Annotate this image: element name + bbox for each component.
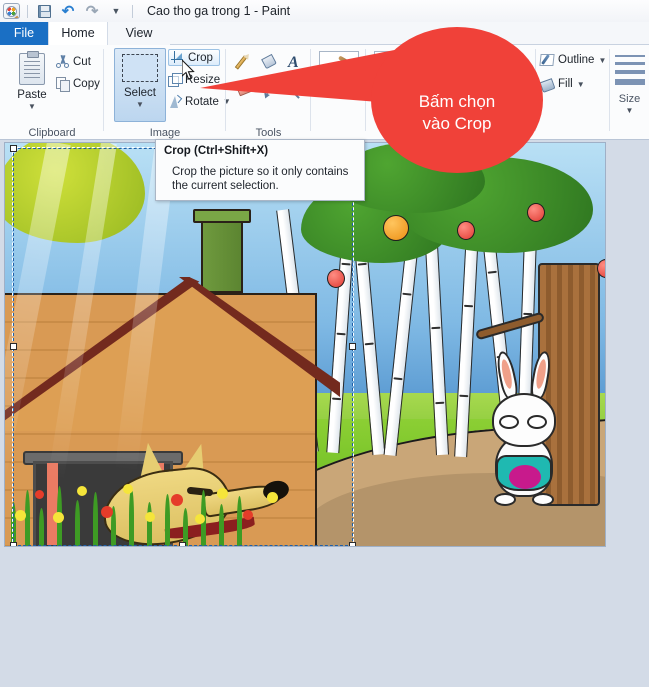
selection-rectangle-icon xyxy=(122,54,158,82)
apple xyxy=(457,221,475,240)
rabbit-eye xyxy=(499,415,519,429)
tooltip-title: Crop (Ctrl+Shift+X) xyxy=(164,145,269,157)
apple xyxy=(527,203,545,222)
qat-divider xyxy=(27,4,28,18)
size-stack-icon[interactable] xyxy=(615,55,645,90)
rabbit-eye xyxy=(527,415,547,429)
chimney-cap xyxy=(193,209,251,223)
chevron-down-icon[interactable]: ▼ xyxy=(598,56,606,65)
crop-tooltip: Crop (Ctrl+Shift+X) Crop the picture so … xyxy=(155,139,365,201)
ribbon-group-outline-fill: Outline ▼ Fill ▼ xyxy=(536,45,610,140)
title-bar: ↶ ↷ ▼ Cao tho ga trong 1 - Paint xyxy=(0,0,649,22)
select-button[interactable]: Select ▼ xyxy=(114,48,166,122)
outline-button[interactable]: Outline ▼ xyxy=(540,53,606,67)
size-label: Size xyxy=(618,93,641,105)
chevron-down-icon[interactable]: ▼ xyxy=(28,102,36,111)
apple xyxy=(327,269,345,288)
rotate-icon xyxy=(168,95,181,108)
cut-label: Cut xyxy=(73,55,91,68)
image-canvas[interactable] xyxy=(5,143,605,546)
workspace xyxy=(0,140,649,687)
annotation-callout: Bấm chọn vào Crop xyxy=(371,27,543,173)
paint-app-icon[interactable] xyxy=(3,2,21,20)
clipboard-icon xyxy=(19,51,45,85)
save-icon[interactable] xyxy=(34,2,54,21)
paint-window: ↶ ↷ ▼ Cao tho ga trong 1 - Paint File Ho… xyxy=(0,0,649,687)
tab-file[interactable]: File xyxy=(0,22,48,45)
ribbon-group-clipboard: Paste ▼ Cut Copy Clipboard xyxy=(0,45,104,140)
tab-home[interactable]: Home xyxy=(48,22,108,45)
select-label: Select xyxy=(124,87,156,99)
fill-button[interactable]: Fill ▼ xyxy=(540,77,585,91)
image-group-label: Image xyxy=(149,127,181,139)
fill-label: Fill xyxy=(558,78,573,90)
ribbon-tabs: File Home View xyxy=(0,22,649,45)
chimney xyxy=(201,213,243,293)
flower-field xyxy=(5,476,605,546)
copy-label: Copy xyxy=(73,77,100,90)
tools-group-label: Tools xyxy=(255,127,282,139)
paste-label: Paste xyxy=(17,89,47,101)
cut-button[interactable]: Cut xyxy=(56,55,91,68)
document-title: Cao tho ga trong 1 - Paint xyxy=(147,4,291,18)
ribbon-group-size: Size ▼ xyxy=(610,45,649,140)
scissors-icon xyxy=(56,55,69,68)
clipboard-group-label: Clipboard xyxy=(28,127,76,139)
copy-button[interactable]: Copy xyxy=(56,77,100,92)
redo-icon[interactable]: ↷ xyxy=(82,2,102,21)
mouse-cursor-icon xyxy=(182,60,195,80)
undo-icon[interactable]: ↶ xyxy=(58,2,78,21)
copy-icon xyxy=(56,77,70,92)
resize-icon xyxy=(168,73,183,87)
tab-view[interactable]: View xyxy=(108,22,170,45)
apple xyxy=(383,215,409,241)
tooltip-body: Crop the picture so it only contains the… xyxy=(172,166,349,193)
chevron-down-icon[interactable]: ▼ xyxy=(577,80,585,89)
paste-button[interactable]: Paste ▼ xyxy=(10,49,54,121)
title-divider xyxy=(132,4,133,18)
annotation-text: Bấm chọn vào Crop xyxy=(418,91,496,133)
customize-qat-icon[interactable]: ▼ xyxy=(106,2,126,21)
chevron-down-icon[interactable]: ▼ xyxy=(610,106,649,115)
outline-icon xyxy=(540,53,554,67)
chevron-down-icon[interactable]: ▼ xyxy=(136,100,144,109)
outline-label: Outline xyxy=(558,54,595,66)
tree-canopy xyxy=(5,143,145,243)
